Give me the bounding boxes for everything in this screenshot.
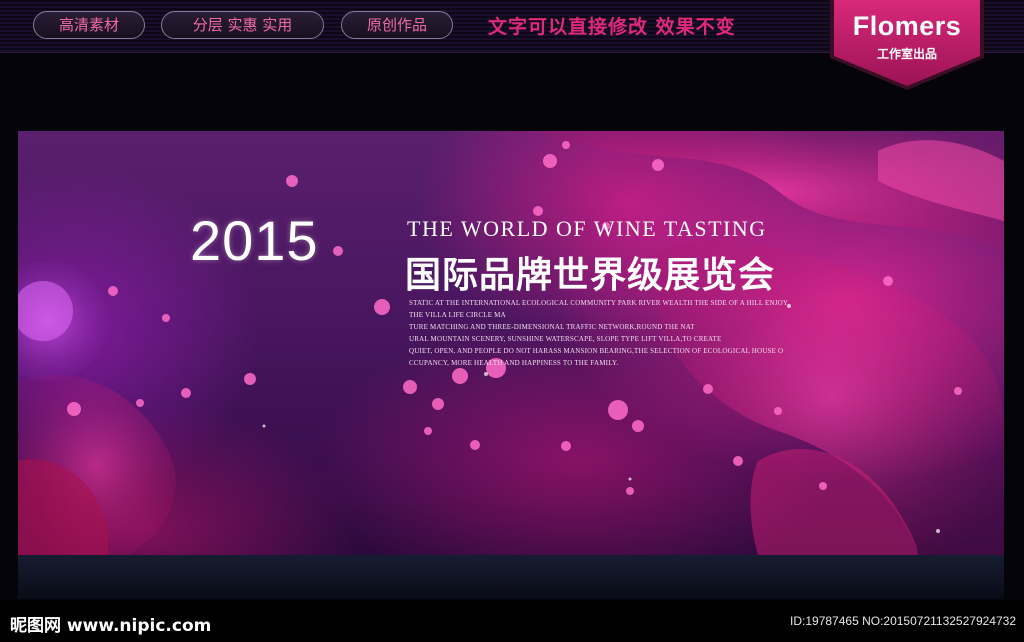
exhibition-banner: 2015 THE WORLD OF WINE TASTING 国际品牌世界级展览…: [18, 131, 1004, 555]
watermark-logo: 昵图网 www.nipic.com: [10, 616, 212, 636]
description-line: CCUPANCY, MORE HEALTH AND HAPPINESS TO T…: [409, 359, 619, 367]
description-line: URAL MOUNTAIN SCENERY, SUNSHINE WATERSCA…: [409, 335, 722, 343]
title-chinese: 国际品牌世界级展览会: [405, 255, 776, 296]
brand-badge: Flomers 工作室出品: [826, 0, 988, 92]
event-year: 2015: [190, 209, 319, 272]
tag-pill-original: 原创作品: [341, 11, 453, 39]
description-line: THE VILLA LIFE CIRCLE MA: [409, 311, 506, 319]
tag-pill-hd-material: 高清素材: [33, 11, 145, 39]
watermark-bar: 昵图网 www.nipic.com ID:19787465 NO:2015072…: [0, 600, 1024, 642]
title-english: THE WORLD OF WINE TASTING: [407, 216, 767, 241]
description-text: STATIC AT THE INTERNATIONAL ECOLOGICAL C…: [409, 297, 809, 369]
watermark-id: ID:19787465 NO:20150721132527924732: [790, 614, 1016, 628]
description-line: TURE MATCHING AND THREE-DIMENSIONAL TRAF…: [409, 323, 695, 331]
brand-name: Flomers: [852, 11, 962, 41]
banner-reflection: [18, 555, 1004, 599]
brand-subtitle: 工作室出品: [876, 47, 937, 61]
description-line: STATIC AT THE INTERNATIONAL ECOLOGICAL C…: [409, 299, 789, 307]
tag-pill-layered: 分层 实惠 实用: [161, 11, 324, 39]
editable-text-slogan: 文字可以直接修改 效果不变: [488, 16, 736, 38]
description-line: QUIET, OPEN, AND PEOPLE DO NOT HARASS MA…: [409, 347, 784, 355]
